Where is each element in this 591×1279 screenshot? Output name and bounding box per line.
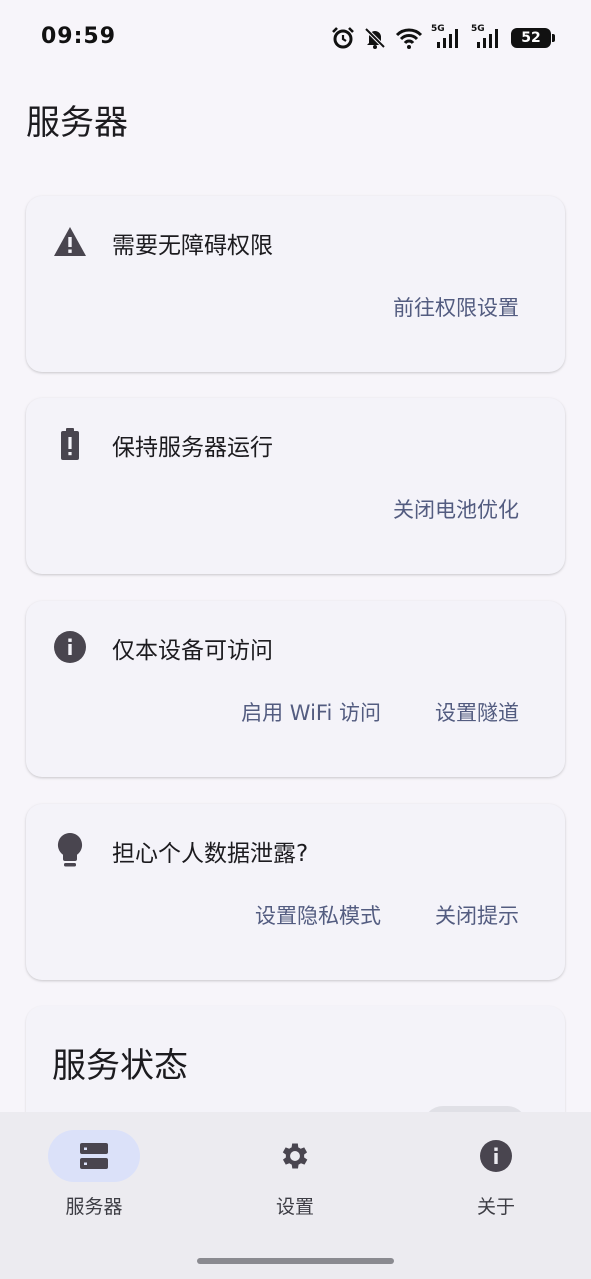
local-access-card: 仅本设备可访问 启用 WiFi 访问 设置隧道 — [26, 601, 565, 777]
gesture-navigation-bar[interactable] — [197, 1258, 394, 1264]
disable-battery-optimization-button[interactable]: 关闭电池优化 — [393, 494, 519, 524]
info-icon — [52, 629, 88, 665]
cellular-signal-1: 5G — [431, 24, 463, 50]
nav-item-settings[interactable]: 设置 — [225, 1130, 365, 1219]
status-bar: 09:59 5G 5G 52 — [0, 0, 591, 76]
card-actions: 启用 WiFi 访问 设置隧道 — [241, 697, 519, 727]
dismiss-tip-button[interactable]: 关闭提示 — [435, 900, 519, 930]
enable-wifi-access-button[interactable]: 启用 WiFi 访问 — [241, 697, 381, 727]
page-title: 服务器 — [26, 103, 128, 143]
bottom-navigation: 服务器 设置 关于 — [0, 1112, 591, 1279]
warning-icon — [52, 224, 88, 260]
nav-item-server[interactable]: 服务器 — [24, 1130, 164, 1219]
signal-bars-icon — [477, 29, 498, 48]
card-actions: 设置隐私模式 关闭提示 — [255, 900, 519, 930]
nav-icon-container — [249, 1130, 341, 1182]
card-title: 保持服务器运行 — [112, 435, 273, 461]
status-icons: 5G 5G 52 — [331, 24, 555, 52]
open-permission-settings-button[interactable]: 前往权限设置 — [393, 292, 519, 322]
notifications-off-icon — [364, 27, 386, 49]
setup-privacy-mode-button[interactable]: 设置隐私模式 — [255, 900, 381, 930]
nav-active-indicator — [48, 1130, 140, 1182]
nav-item-about[interactable]: 关于 — [426, 1130, 566, 1219]
nav-icon-container — [450, 1130, 542, 1182]
battery-alert-icon — [52, 426, 88, 462]
server-icon — [80, 1143, 108, 1169]
accessibility-permission-card: 需要无障碍权限 前往权限设置 — [26, 196, 565, 372]
cellular-signal-2: 5G — [471, 24, 503, 50]
lightbulb-icon — [52, 832, 88, 868]
card-title: 需要无障碍权限 — [112, 233, 273, 259]
alarm-icon — [332, 27, 354, 49]
card-title: 仅本设备可访问 — [112, 638, 273, 664]
nav-label: 服务器 — [65, 1196, 123, 1218]
status-time: 09:59 — [41, 24, 117, 49]
gear-icon — [282, 1143, 308, 1169]
signal-bars-icon — [437, 29, 458, 48]
nav-label: 关于 — [476, 1196, 515, 1218]
privacy-tip-card: 担心个人数据泄露? 设置隐私模式 关闭提示 — [26, 804, 565, 980]
card-actions: 关闭电池优化 — [393, 494, 519, 524]
app-screen: 09:59 5G 5G 52 服务器 需要无障碍权限 前往权限设置 保持服务器运… — [0, 0, 591, 1279]
battery-indicator: 52 — [511, 28, 555, 48]
setup-tunnel-button[interactable]: 设置隧道 — [435, 697, 519, 727]
service-status-title: 服务状态 — [52, 1046, 188, 1086]
info-icon — [480, 1140, 512, 1172]
wifi-icon — [395, 28, 423, 49]
keep-server-running-card: 保持服务器运行 关闭电池优化 — [26, 398, 565, 574]
nav-label: 设置 — [275, 1196, 314, 1218]
card-title: 担心个人数据泄露? — [112, 841, 309, 867]
card-actions: 前往权限设置 — [393, 292, 519, 322]
